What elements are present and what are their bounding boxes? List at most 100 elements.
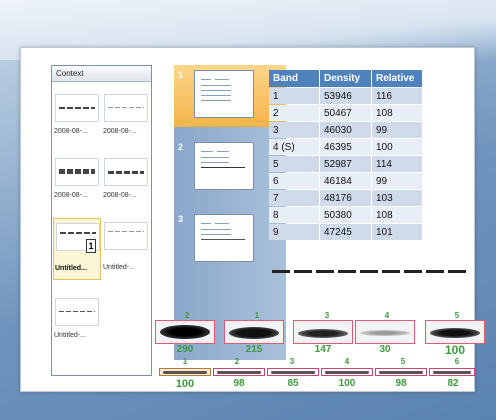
table-cell: 52987 [320,156,371,172]
band-mark [426,270,444,273]
table-cell: 103 [372,190,422,206]
table-cell: 50467 [320,105,371,121]
table-row: 8 50380 108 [269,207,422,223]
lane-value: 82 [447,378,459,389]
context-item-label: Untitled-... [103,264,135,271]
context-item-label: Untitled... [55,265,87,272]
table-cell: 1 [269,88,319,104]
lane-value: 100 [338,378,356,389]
context-item-label: 2008-08-... [103,128,137,135]
blot-lane-box [425,320,485,344]
lane-number: 4 [384,311,390,320]
table-cell: 50380 [320,207,371,223]
table-row: 4 (S) 46395 100 [269,139,422,155]
blot-lane-box [155,320,215,344]
lane-value: 147 [314,344,332,355]
slide-number: 2 [178,142,184,152]
table-cell: 3 [269,122,319,138]
blot-thumbnail [104,158,148,186]
slide-number: 1 [178,70,184,80]
band-mark [272,270,290,273]
band-mark [316,270,334,273]
blot-thumbnail [55,298,99,326]
context-item[interactable]: Untitled-... [102,218,150,280]
context-item-label: 2008-08-... [103,192,137,199]
band-mark [360,270,378,273]
slide-thumbnail [194,142,254,190]
context-item-label: Untitled-... [54,332,86,339]
table-cell: 114 [372,156,422,172]
table-row: 6 46184 99 [269,173,422,189]
table-cell: 100 [372,139,422,155]
table-row: 2 50467 108 [269,105,422,121]
lane-number: 5 [400,357,406,366]
lane-number: 4 [344,357,350,366]
blot-lane-box [159,368,211,376]
context-item[interactable]: 2008-08-... [102,154,150,212]
column-header-relative: Relative [372,70,422,87]
lane-value: 100 [175,378,195,390]
table-cell: 5 [269,156,319,172]
column-header-band: Band [269,70,319,87]
blot-lane-box [224,320,284,344]
context-item[interactable]: Untitled-... [53,294,101,352]
table-cell: 6 [269,173,319,189]
lane-number: 5 [454,311,460,320]
slide-number: 3 [178,214,184,224]
table-cell: 99 [372,122,422,138]
lane-value: 98 [395,378,407,389]
band-mark [404,270,422,273]
context-panel: Context 2008-08-... 2008-08-... 2008-08-… [51,65,152,376]
slide-canvas: Context 2008-08-... 2008-08-... 2008-08-… [20,47,485,392]
table-cell: 2 [269,105,319,121]
lane-value: 290 [176,344,194,355]
table-cell: 99 [372,173,422,189]
lane-number: 3 [324,311,330,320]
blot-lane-box [375,368,427,376]
band-mark [382,270,400,273]
lane-value: 30 [379,344,391,355]
table-row: 7 48176 103 [269,190,422,206]
table-cell: 8 [269,207,319,223]
band-mark [448,270,466,273]
table-cell: 46030 [320,122,371,138]
table-row: 1 53946 116 [269,88,422,104]
table-cell: 46395 [320,139,371,155]
lane-value: 98 [233,378,245,389]
blot-thumbnail [104,94,148,122]
context-item-label: 2008-08-... [54,128,88,135]
table-cell: 46184 [320,173,371,189]
blot-lane-box [321,368,373,376]
table-cell: 7 [269,190,319,206]
blot-lane-box [429,368,475,376]
context-panel-title: Context [52,66,151,82]
table-cell: 101 [372,224,422,240]
table-cell: 53946 [320,88,371,104]
table-cell: 116 [372,88,422,104]
lane-number: 1 [182,357,188,366]
table-cell: 47245 [320,224,371,240]
context-item[interactable]: 2008-08-... [53,90,101,148]
table-cell: 4 (S) [269,139,319,155]
blot-lane-box [355,320,415,344]
context-item[interactable]: 2008-08-... [102,90,150,148]
lane-value: 215 [245,344,263,355]
blot-lane-box [213,368,265,376]
table-row: 3 46030 99 [269,122,422,138]
lane-number: 2 [184,311,190,320]
slide-thumbnail [194,214,254,262]
table-cell: 48176 [320,190,371,206]
lane-number: 1 [254,311,260,320]
column-header-density: Density [320,70,371,87]
context-item-selected[interactable]: 1 Untitled... [53,218,101,280]
band-mark [294,270,312,273]
context-item[interactable]: 2008-08-... [53,154,101,212]
blot-lane-box [293,320,353,344]
blot-thumbnail [55,94,99,122]
band-mark [338,270,356,273]
table-row: 9 47245 101 [269,224,422,240]
blot-thumbnail [104,222,148,250]
slide-number-badge: 1 [86,239,96,253]
context-item-label: 2008-08-... [54,192,88,199]
table-cell: 108 [372,207,422,223]
